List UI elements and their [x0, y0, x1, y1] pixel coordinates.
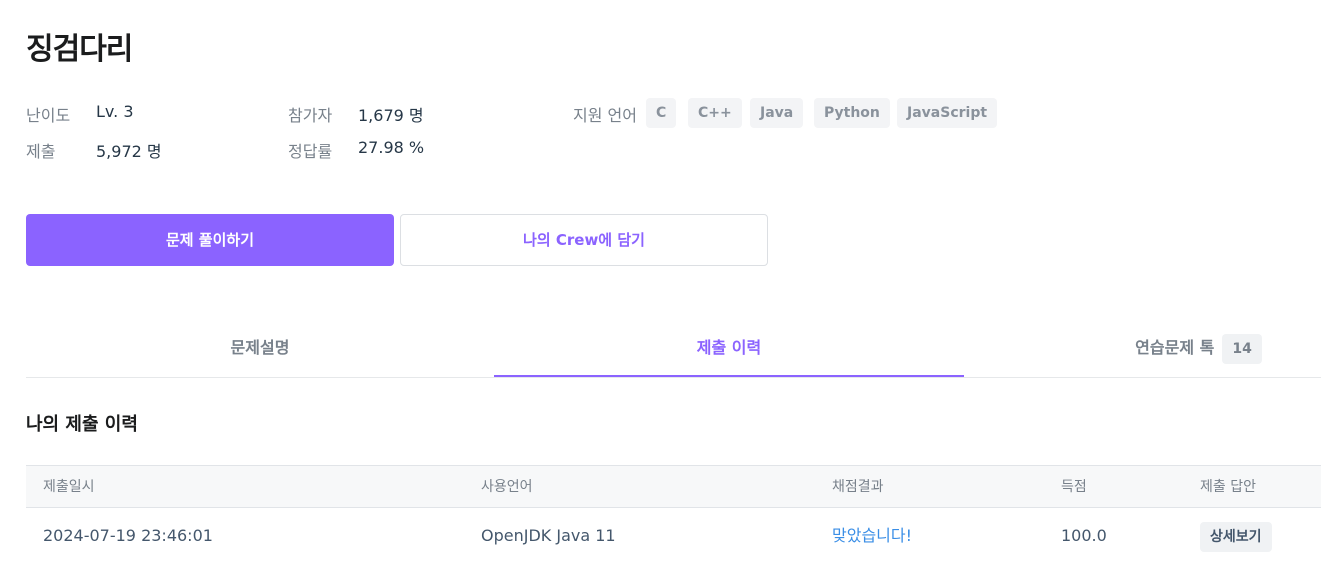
language-chip-cpp: C++ [688, 98, 742, 128]
practice-talk-count-badge: 14 [1222, 333, 1262, 364]
solve-problem-button[interactable]: 문제 풀이하기 [26, 214, 394, 266]
column-language: 사용언어 [481, 479, 533, 495]
accuracy-label: 정답률 [288, 142, 333, 161]
table-header: 제출일시 사용언어 채점결과 득점 제출 답안 [26, 465, 1321, 508]
languages-label: 지원 언어 [573, 106, 637, 125]
tab-description[interactable]: 문제설명 [26, 320, 494, 378]
tab-bar: 문제설명 제출 이력 연습문제 톡 14 [26, 320, 1321, 378]
submitted-at-cell: 2024-07-19 23:46:01 [43, 526, 213, 545]
tab-submission-history[interactable]: 제출 이력 [494, 320, 964, 378]
tab-practice-talk-label: 연습문제 톡 [1135, 338, 1215, 357]
submission-history-table: 제출일시 사용언어 채점결과 득점 제출 답안 2024-07-19 23:46… [26, 465, 1321, 564]
column-submitted-at: 제출일시 [43, 479, 95, 495]
active-tab-indicator [494, 375, 964, 377]
column-result: 채점결과 [832, 479, 884, 495]
language-chip-java: Java [750, 98, 804, 128]
table-row: 2024-07-19 23:46:01 OpenJDK Java 11 맞았습니… [26, 508, 1321, 564]
score-cell: 100.0 [1061, 526, 1107, 545]
result-cell: 맞았습니다! [832, 526, 913, 545]
add-to-crew-button[interactable]: 나의 Crew에 담기 [400, 214, 768, 266]
language-chip-python: Python [814, 98, 890, 128]
history-section-title: 나의 제출 이력 [26, 414, 138, 435]
tab-practice-talk[interactable]: 연습문제 톡 14 [1126, 320, 1271, 378]
language-chip-javascript: JavaScript [897, 98, 998, 128]
submissions-value: 5,972 명 [96, 142, 162, 161]
participants-value: 1,679 명 [358, 106, 424, 125]
difficulty-value: Lv. 3 [96, 102, 134, 121]
participants-label: 참가자 [288, 106, 333, 125]
page-title: 징검다리 [26, 32, 133, 67]
accuracy-value: 27.98 % [358, 138, 425, 157]
view-detail-button[interactable]: 상세보기 [1200, 522, 1272, 552]
language-cell: OpenJDK Java 11 [481, 526, 616, 545]
difficulty-label: 난이도 [26, 106, 71, 125]
column-score: 득점 [1061, 479, 1087, 495]
language-chip-c: C [646, 98, 677, 128]
column-answer: 제출 답안 [1200, 479, 1256, 495]
submissions-label: 제출 [26, 142, 56, 161]
